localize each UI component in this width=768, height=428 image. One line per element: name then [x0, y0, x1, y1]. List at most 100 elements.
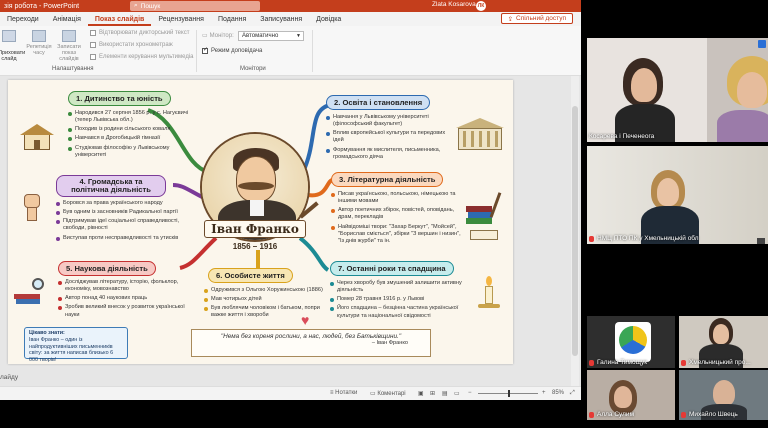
- monitor-label-text: Монітор:: [209, 32, 234, 39]
- bullet: [68, 146, 72, 151]
- list-item-text: Через хворобу був змушений залишити акти…: [337, 280, 462, 294]
- zoom-in-button[interactable]: +: [542, 390, 546, 396]
- section-5-title: 5. Наукова діяльність: [58, 261, 156, 276]
- use-timings-checkbox[interactable]: Використати хронометраж: [90, 42, 173, 48]
- university-building-icon: [454, 118, 506, 154]
- user-name[interactable]: Zlata Kosarova: [432, 1, 476, 8]
- list-item-text: Підтримував ідеї соціальної справедливос…: [63, 218, 180, 232]
- slide-sorter-button[interactable]: ⊞: [430, 390, 435, 397]
- section-7-title: 7. Останні роки та спадщина: [330, 261, 454, 276]
- participant-name: Хмельницький про...: [681, 359, 751, 366]
- list-item-text: Мав чотирьох дітей: [211, 296, 262, 303]
- zoom-slider-knob[interactable]: [508, 390, 510, 397]
- scrollbar-thumb[interactable]: [572, 106, 578, 356]
- video-tile[interactable]: Косарева і Печенеога: [587, 38, 768, 142]
- tab-view[interactable]: Подання: [211, 16, 253, 26]
- tab-slideshow[interactable]: Показ слайдів: [87, 16, 152, 26]
- record-slideshow-button[interactable]: Записати показ слайдів: [54, 30, 84, 62]
- notes-button[interactable]: ≡ Нотатки: [330, 390, 357, 396]
- section-4-list: Боровся за права українського народу Був…: [56, 200, 186, 244]
- notes-placeholder[interactable]: лайду: [0, 374, 18, 381]
- bullet: [326, 148, 330, 153]
- screen: зія робота - PowerPoint ⌕ Пошук Zlata Ko…: [0, 0, 768, 428]
- share-label: Спільний доступ: [516, 15, 566, 22]
- participant-face: [631, 68, 657, 102]
- rehearse-timings-button[interactable]: Репетиція часу: [26, 30, 52, 56]
- list-item: Писав українською, польською, німецькою …: [331, 191, 463, 205]
- section-1-title: 1. Дитинство та юність: [68, 91, 171, 106]
- list-item-text: Автор понад 40 наукових праць: [65, 295, 148, 302]
- video-tile[interactable]: Хмельницький про...: [679, 316, 768, 368]
- comments-label: Коментарі: [377, 391, 406, 397]
- video-tile[interactable]: Алла Сулим: [587, 370, 675, 420]
- hide-slide-button[interactable]: Приховати слайд: [0, 30, 26, 62]
- list-item: Студіював філософію у Львівському універ…: [68, 145, 200, 159]
- slideshow-view-button[interactable]: ▭: [454, 390, 460, 397]
- share-icon: ⇪: [507, 15, 514, 23]
- user-avatar[interactable]: ЛК: [476, 1, 486, 11]
- list-item-text: Досліджував літературу, історію, фолькло…: [65, 279, 179, 293]
- monitor-select[interactable]: Автоматично ▼: [238, 31, 304, 41]
- section-2-list: Навчання у Львівському університеті (філ…: [326, 114, 448, 163]
- list-item-text: Народився 27 серпня 1856 р. у с. Нагуєви…: [75, 110, 188, 124]
- section-3-list: Писав українською, польською, німецькою …: [331, 191, 463, 247]
- candle-icon: [476, 276, 502, 312]
- reading-view-button[interactable]: ▤: [442, 390, 448, 397]
- life-years: 1856 – 1916: [232, 242, 278, 251]
- portrait-collar: [250, 200, 264, 216]
- notes-label: Нотатки: [335, 390, 358, 396]
- branch-7: [298, 236, 330, 272]
- tab-review[interactable]: Рецензування: [151, 16, 211, 26]
- bullet: [331, 193, 335, 197]
- mic-muted-icon: [589, 235, 594, 242]
- chevron-down-icon: ▼: [296, 33, 301, 39]
- tab-animations[interactable]: Анімація: [46, 16, 88, 26]
- bottom-bar: [0, 400, 581, 428]
- mic-muted-icon: [681, 359, 686, 366]
- pin-icon[interactable]: [758, 40, 766, 48]
- fit-to-window-icon[interactable]: ⤢: [570, 390, 575, 397]
- section-3-title: 3. Літературна діяльність: [331, 172, 444, 187]
- video-tile[interactable]: Галина Тимощук: [587, 316, 675, 368]
- bullet: [331, 225, 335, 230]
- zoom-out-button[interactable]: −: [468, 390, 472, 396]
- tab-help[interactable]: Довідка: [309, 16, 348, 26]
- group-setup-label: Налаштування: [52, 66, 94, 72]
- bullet: [58, 306, 62, 311]
- zoom-level[interactable]: 85%: [552, 390, 564, 396]
- use-timings-label: Використати хронометраж: [99, 42, 173, 48]
- list-item-text: Навчався в Дрогобицькій гімназії: [75, 135, 161, 142]
- tab-transitions[interactable]: Переходи: [0, 16, 46, 26]
- slide[interactable]: 1. Дитинство та юність Народився 27 серп…: [8, 80, 513, 364]
- video-tile[interactable]: НМЦ ПТО ПК у Хмельницькій обл: [587, 146, 768, 244]
- bullet: [330, 307, 334, 312]
- list-item: Одружився з Ольгою Хоружинською (1886): [204, 287, 336, 294]
- list-item: Помер 28 травня 1916 р. у Львові: [330, 296, 464, 303]
- quote-author: – Іван Франко: [371, 340, 408, 346]
- media-controls-checkbox[interactable]: Елементи керування мультимедіа: [90, 54, 194, 60]
- ribbon-divider: [312, 30, 313, 72]
- search-box[interactable]: ⌕ Пошук: [130, 1, 260, 11]
- play-narrations-checkbox[interactable]: Відтворювати дикторський текст: [90, 30, 189, 36]
- hide-slide-label: Приховати слайд: [0, 50, 26, 62]
- comments-button[interactable]: ▭ Коментарі: [370, 390, 406, 397]
- tab-recording[interactable]: Записування: [253, 16, 309, 26]
- video-tile[interactable]: Михайло Швець: [679, 370, 768, 420]
- search-icon: ⌕: [134, 2, 138, 9]
- presenter-view-checkbox[interactable]: Режим доповідача: [202, 46, 262, 54]
- checkbox-box: [90, 54, 96, 60]
- bullet: [68, 137, 72, 142]
- participant-name-text: Алла Сулим: [597, 411, 635, 418]
- participant-name-text: Галина Тимощук: [597, 359, 648, 366]
- participant-face: [713, 324, 729, 344]
- heart-icon: ♥: [301, 312, 310, 328]
- vertical-scrollbar[interactable]: [571, 76, 579, 386]
- zoom-slider[interactable]: [478, 390, 538, 397]
- participant-face: [713, 380, 735, 406]
- window-title: зія робота - PowerPoint: [4, 2, 80, 10]
- normal-view-button[interactable]: ▣: [418, 390, 424, 397]
- list-item: Мав чотирьох дітей: [204, 296, 336, 303]
- share-button[interactable]: ⇪ Спільний доступ: [500, 13, 573, 24]
- slide-edit-area: 1. Дитинство та юність Народився 27 серп…: [0, 76, 581, 386]
- list-item-text: Помер 28 травня 1916 р. у Львові: [337, 296, 425, 303]
